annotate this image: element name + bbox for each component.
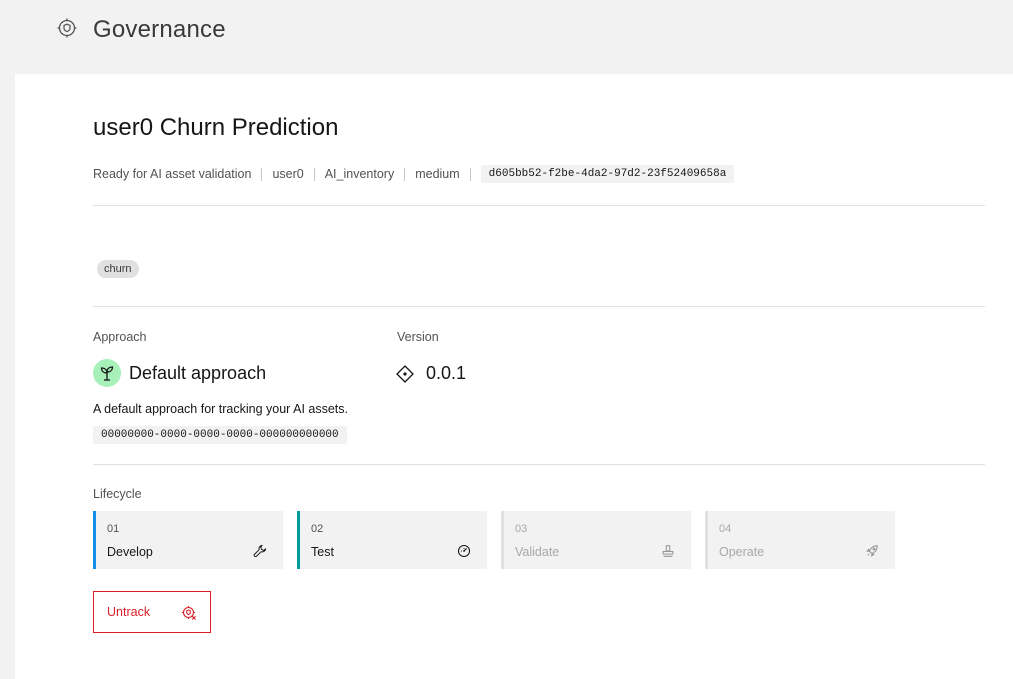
stamp-icon bbox=[662, 545, 674, 557]
stage-number: 02 bbox=[311, 523, 324, 535]
sprout-icon bbox=[100, 366, 114, 381]
asset-owner: user0 bbox=[272, 167, 304, 181]
stage-name: Operate bbox=[719, 545, 765, 559]
lifecycle-stage-test[interactable]: 02 Test bbox=[297, 511, 487, 569]
divider bbox=[93, 306, 985, 307]
gauge-icon bbox=[457, 544, 471, 558]
governance-icon bbox=[57, 18, 77, 38]
asset-id-chip[interactable]: d605bb52-f2be-4da2-97d2-23f52409658a bbox=[480, 165, 735, 183]
lifecycle-label: Lifecycle bbox=[93, 487, 142, 501]
stage-number: 01 bbox=[107, 523, 120, 535]
tag-churn[interactable]: churn bbox=[97, 260, 139, 278]
wrench-icon bbox=[253, 544, 267, 558]
approach-description: A default approach for tracking your AI … bbox=[93, 402, 349, 416]
asset-card: user0 Churn Prediction Ready for AI asse… bbox=[15, 74, 1013, 679]
version-label: Version bbox=[397, 330, 439, 344]
untrack-label: Untrack bbox=[107, 605, 151, 619]
rocket-icon bbox=[866, 545, 878, 557]
stage-name: Test bbox=[311, 545, 334, 559]
asset-inventory: AI_inventory bbox=[324, 167, 395, 181]
meta-separator bbox=[404, 167, 406, 181]
untrack-icon bbox=[182, 606, 196, 620]
asset-status: Ready for AI asset validation bbox=[93, 167, 252, 181]
lifecycle-stage-develop[interactable]: 01 Develop bbox=[93, 511, 283, 569]
untrack-button[interactable]: Untrack bbox=[93, 591, 211, 633]
approach-id-chip[interactable]: 00000000-0000-0000-0000-000000000000 bbox=[93, 426, 347, 444]
approach-label: Approach bbox=[93, 330, 147, 344]
meta-separator bbox=[469, 167, 471, 181]
stage-name: Develop bbox=[107, 545, 153, 559]
approach-badge bbox=[93, 359, 121, 387]
asset-title: user0 Churn Prediction bbox=[93, 114, 339, 141]
lifecycle-stage-validate: 03 Validate bbox=[501, 511, 691, 569]
page-title: Governance bbox=[93, 16, 226, 43]
asset-meta: Ready for AI asset validation user0 AI_i… bbox=[93, 164, 735, 184]
lifecycle-stage-operate: 04 Operate bbox=[705, 511, 895, 569]
version-diamond-icon bbox=[396, 365, 414, 383]
meta-separator bbox=[261, 167, 263, 181]
asset-risk: medium bbox=[415, 167, 460, 181]
stage-name: Validate bbox=[515, 545, 560, 559]
approach-name[interactable]: Default approach bbox=[129, 363, 266, 384]
version-value: 0.0.1 bbox=[426, 363, 467, 383]
divider bbox=[93, 205, 985, 206]
stage-number: 04 bbox=[719, 523, 732, 535]
meta-separator bbox=[313, 167, 315, 181]
stage-number: 03 bbox=[515, 523, 528, 535]
divider bbox=[93, 464, 985, 465]
page-header: Governance bbox=[0, 0, 1013, 74]
